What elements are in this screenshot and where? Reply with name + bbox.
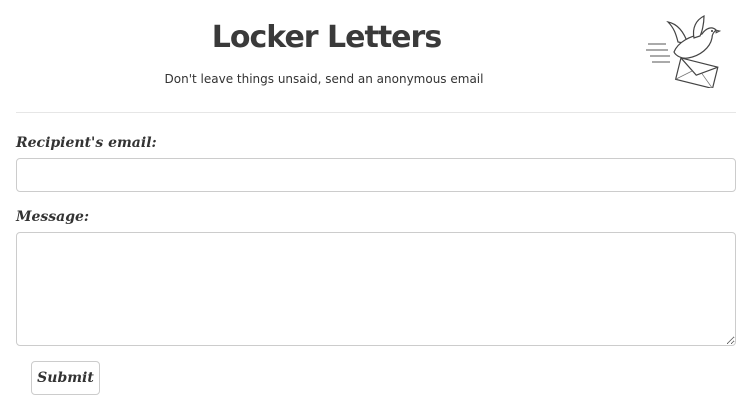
dove-beak (715, 29, 722, 34)
submit-button[interactable]: Submit (31, 361, 100, 395)
page-title: Locker Letters (211, 20, 442, 55)
message-label: Message: (16, 209, 90, 225)
page: Locker Letters Don't leave things unsaid… (0, 0, 753, 413)
dove-envelope-icon (646, 15, 722, 88)
message-textarea[interactable] (16, 232, 736, 346)
header: Locker Letters Don't leave things unsaid… (0, 0, 753, 112)
email-field[interactable] (16, 158, 736, 192)
speed-lines (646, 43, 670, 63)
email-label: Recipient's email: (16, 135, 157, 151)
header-divider (16, 112, 736, 113)
envelope (674, 57, 719, 88)
page-subtitle: Don't leave things unsaid, send an anony… (164, 72, 484, 86)
dove-eye (711, 30, 713, 32)
